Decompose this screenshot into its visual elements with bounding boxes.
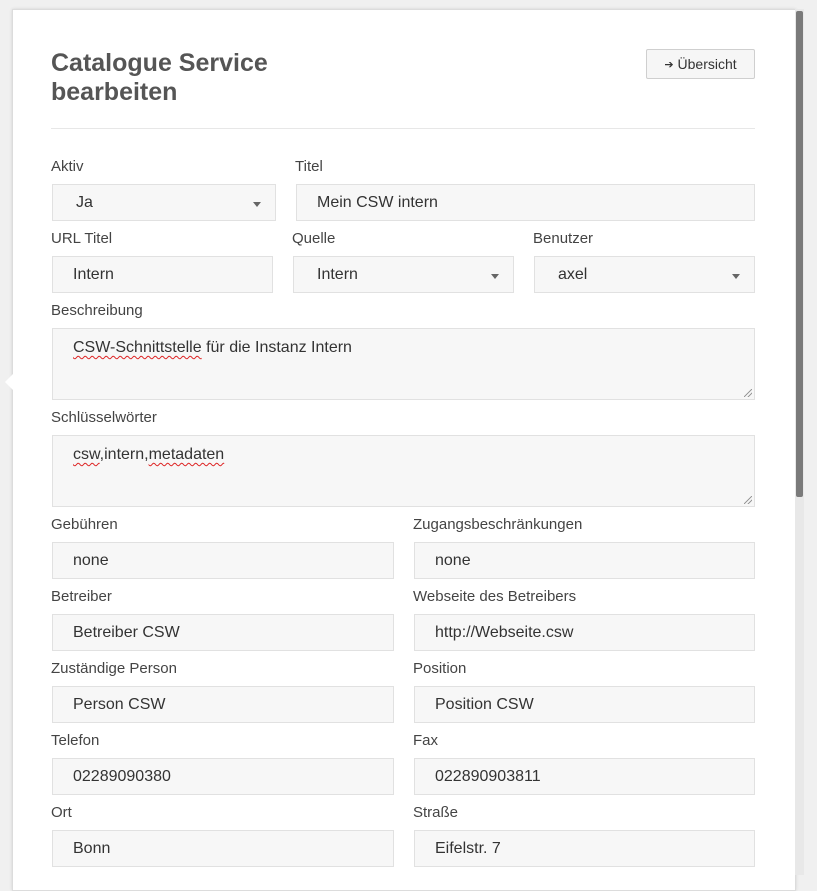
zugang-label: Zugangsbeschränkungen [413,516,583,533]
schluesselwoerter-value: csw,intern,metadaten [73,446,224,464]
telefon-input[interactable]: 02289090380 [52,758,394,795]
titel-label: Titel [295,158,323,175]
url-titel-input[interactable]: Intern [52,256,273,293]
ort-label: Ort [51,804,72,821]
zugang-input[interactable]: none [414,542,755,579]
quelle-select[interactable]: Intern [293,256,514,293]
aktiv-label: Aktiv [51,158,84,175]
position-input[interactable]: Position CSW [414,686,755,723]
beschreibung-label: Beschreibung [51,302,143,319]
fax-value: 022890903811 [435,767,541,785]
schluesselwoerter-textarea[interactable]: csw,intern,metadaten [52,435,755,507]
overview-button[interactable]: ➔ Übersicht [646,49,755,79]
spellcheck-word: csw [73,446,100,463]
caret-down-icon [253,201,261,207]
spellcheck-word: metadaten [148,446,225,463]
keywords-text: ,intern, [99,446,149,463]
fax-label: Fax [413,732,439,749]
strasse-value: Eifelstr. 7 [435,839,501,857]
overview-button-label: Übersicht [677,56,737,72]
resize-handle-icon[interactable] [744,389,752,397]
aktiv-value: Ja [76,193,93,211]
webseite-label: Webseite des Betreibers [413,588,577,605]
beschreibung-value: CSW-Schnittstelle für die Instanz Intern [73,339,352,357]
caret-down-icon [491,273,499,279]
quelle-value: Intern [317,265,358,283]
person-label: Zuständige Person [51,660,177,677]
betreiber-label: Betreiber [51,588,112,605]
benutzer-value: axel [558,265,588,283]
gebuehren-value: none [73,551,109,569]
telefon-label: Telefon [51,732,100,749]
strasse-input[interactable]: Eifelstr. 7 [414,830,755,867]
person-value: Person CSW [73,695,166,713]
spellcheck-word: CSW-Schnittstelle [73,339,202,356]
titel-input[interactable]: Mein CSW intern [296,184,755,221]
page-title: Catalogue Service bearbeiten [51,49,268,106]
webseite-input[interactable]: http://Webseite.csw [414,614,755,651]
sign-out-icon: ➔ [664,58,674,71]
scrollbar-thumb[interactable] [796,11,803,497]
ort-input[interactable]: Bonn [52,830,394,867]
aktiv-select[interactable]: Ja [52,184,276,221]
position-value: Position CSW [435,695,534,713]
webseite-value: http://Webseite.csw [435,623,574,641]
telefon-value: 02289090380 [73,767,171,785]
ort-value: Bonn [73,839,111,857]
zugang-value: none [435,551,471,569]
header-divider [51,128,755,129]
schluesselwoerter-label: Schlüsselwörter [51,409,157,426]
beschreibung-text: für die Instanz Intern [201,339,352,356]
url-titel-value: Intern [73,265,114,283]
fax-input[interactable]: 022890903811 [414,758,755,795]
panel-pointer [5,374,13,390]
strasse-label: Straße [413,804,459,821]
titel-value: Mein CSW intern [317,193,438,211]
betreiber-input[interactable]: Betreiber CSW [52,614,394,651]
url-titel-label: URL Titel [51,230,113,247]
person-input[interactable]: Person CSW [52,686,394,723]
benutzer-label: Benutzer [533,230,594,247]
betreiber-value: Betreiber CSW [73,623,180,641]
beschreibung-textarea[interactable]: CSW-Schnittstelle für die Instanz Intern [52,328,755,400]
caret-down-icon [732,273,740,279]
gebuehren-input[interactable]: none [52,542,394,579]
position-label: Position [413,660,467,677]
resize-handle-icon[interactable] [744,496,752,504]
quelle-label: Quelle [292,230,336,247]
benutzer-select[interactable]: axel [534,256,755,293]
gebuehren-label: Gebühren [51,516,118,533]
